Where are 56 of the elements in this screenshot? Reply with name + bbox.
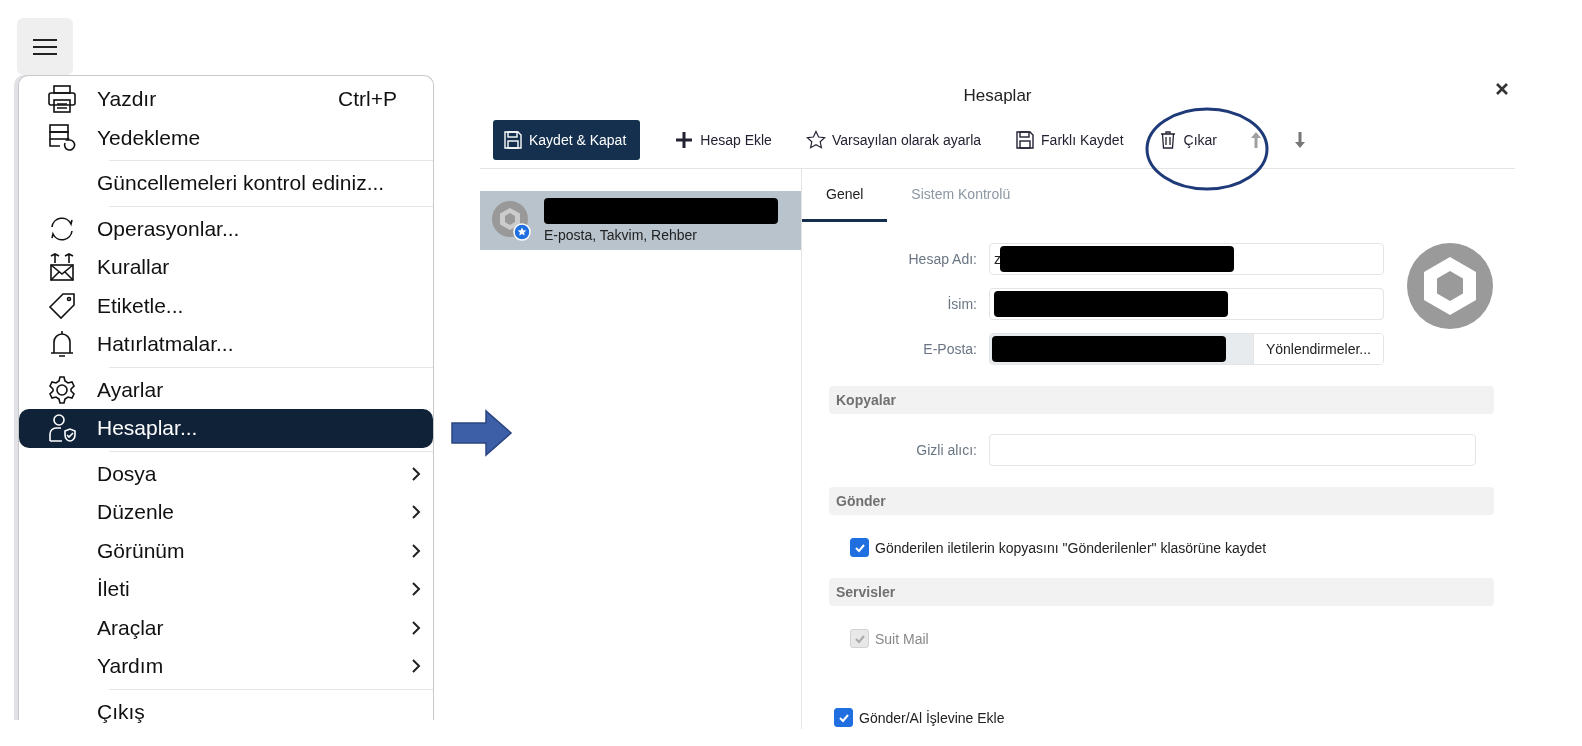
checkbox-label: Gönder/Al İşlevine Ekle [859, 709, 1005, 726]
pointer-arrow [451, 409, 513, 457]
toolbar-button[interactable]: Farklı Kaydet [1001, 120, 1138, 160]
printer-icon [46, 83, 78, 116]
arrow-down-icon [1295, 132, 1305, 148]
settings-icon [46, 373, 78, 406]
tab[interactable]: Genel [802, 169, 888, 222]
menu-item[interactable]: Düzenle [19, 493, 433, 532]
close-button[interactable] [1495, 82, 1509, 96]
field-label: E-Posta: [922, 341, 977, 357]
field-label: Hesap Adı: [907, 251, 977, 267]
forwarding-button[interactable]: Yönlendirmeler... [1252, 334, 1383, 364]
dialog-title: Hesaplar [963, 86, 1032, 106]
menu-item[interactable]: Yardım [19, 647, 433, 686]
menu-item[interactable]: Hesaplar... [19, 409, 433, 448]
shortcut-text: Ctrl+P [338, 87, 397, 112]
menu-item[interactable]: Operasyonlar... [19, 209, 433, 248]
toolbar-button[interactable]: Kaydet & Kapat [493, 120, 641, 160]
plus-icon [674, 130, 695, 150]
field-label: İsim: [946, 296, 977, 312]
input-field[interactable] [989, 288, 1384, 320]
checkbox[interactable] [850, 538, 869, 557]
menu-item[interactable]: Ayarlar [19, 370, 433, 409]
menu-item[interactable]: Görünüm [19, 531, 433, 570]
toolbar-button[interactable]: Varsayılan olarak ayarla [791, 120, 996, 160]
section-header: Gönder [829, 487, 1494, 515]
checkbox[interactable] [834, 708, 853, 727]
user-shield-icon [46, 412, 78, 445]
checkbox-label: Suit Mail [875, 630, 929, 647]
menu-item[interactable]: Dosya [19, 454, 433, 493]
menu-icon [33, 37, 57, 56]
section-header: Kopyalar [829, 386, 1494, 414]
server-restore-icon [46, 121, 78, 154]
toolbar-button[interactable]: Hesap Ekle [660, 120, 786, 160]
email-field[interactable]: Yönlendirmeler... [989, 333, 1384, 365]
menu-item[interactable]: Yazdır Ctrl+P [19, 80, 433, 119]
menu-button[interactable] [17, 18, 73, 75]
account-item[interactable]: E-posta, Takvim, Rehber [480, 191, 801, 250]
account-avatar-icon [492, 200, 532, 241]
menu-item[interactable]: Çıkış [19, 692, 433, 731]
input-field[interactable]: z [989, 243, 1384, 275]
input-field[interactable] [989, 434, 1476, 466]
menu-item[interactable]: Güncellemeleri kontrol ediniz... [19, 164, 433, 203]
field-label: Gizli alıcı: [915, 442, 977, 458]
checkbox-label: Gönderilen iletilerin kopyasını "Gönderilenler" klasörüne kaydet [875, 539, 1267, 556]
menu-item[interactable]: Kurallar [19, 248, 433, 287]
menu-item[interactable]: Yedekleme [19, 118, 433, 157]
menu-item[interactable]: Araçlar [19, 608, 433, 647]
account-services: E-posta, Takvim, Rehber [544, 227, 699, 243]
menu-item[interactable]: İleti [19, 570, 433, 609]
menu-item[interactable]: Etiketle... [19, 286, 433, 325]
star-icon [805, 130, 826, 150]
account-avatar-icon [1407, 243, 1493, 329]
section-header: Servisler [829, 578, 1494, 606]
arrow-up-icon [1251, 132, 1261, 148]
menu-item[interactable]: Hatırlatmalar... [19, 325, 433, 364]
